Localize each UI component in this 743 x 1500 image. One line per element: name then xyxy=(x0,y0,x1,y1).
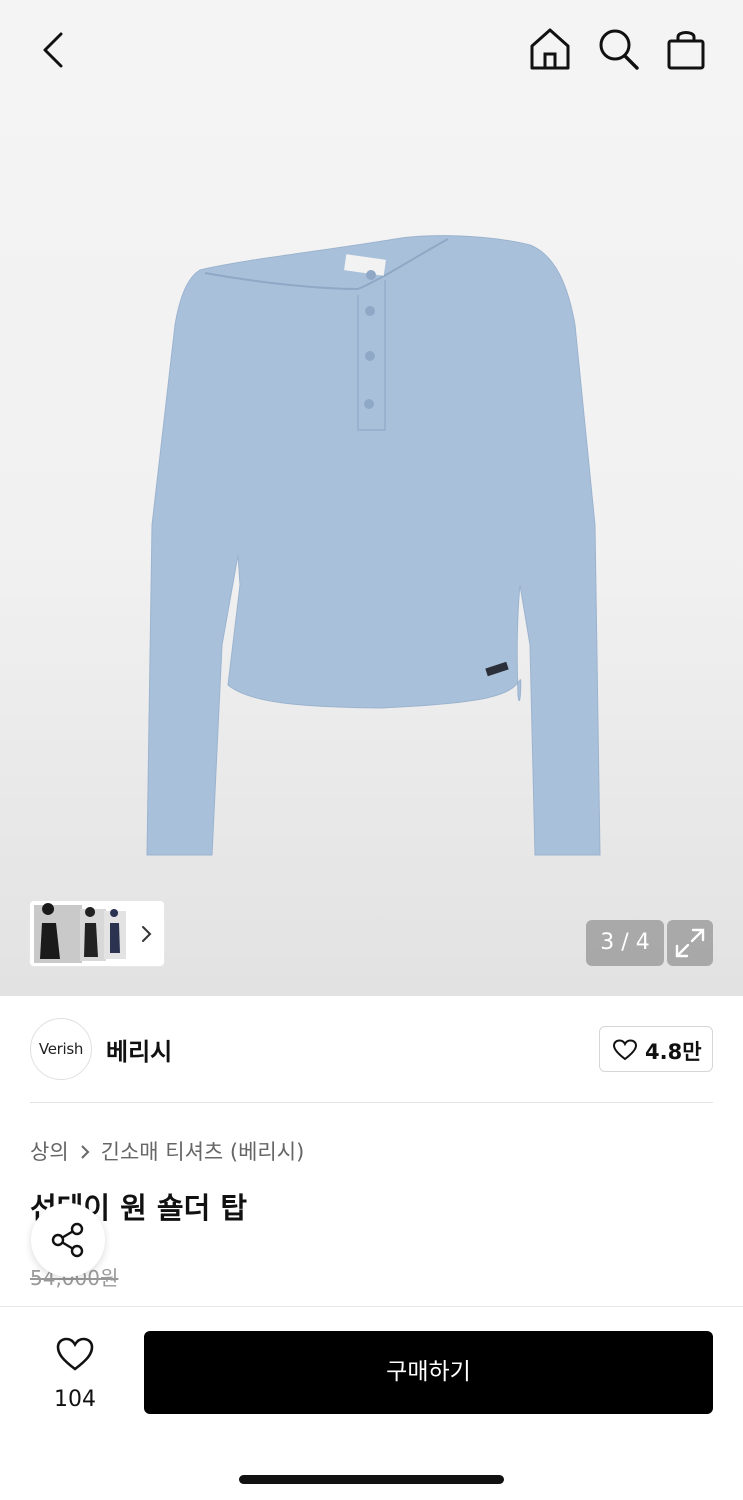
heart-icon xyxy=(56,1337,94,1371)
chevron-left-icon xyxy=(43,32,63,68)
chevron-right-icon xyxy=(77,1142,93,1160)
thumbnail-images xyxy=(34,903,126,963)
brand-logo[interactable]: Verish xyxy=(30,1018,92,1080)
breadcrumb: 상의 긴소매 티셔츠 (베리시) xyxy=(30,1136,304,1166)
brand-like-count: 4.8만 xyxy=(645,1040,702,1064)
search-icon xyxy=(599,29,639,70)
product-image-gallery[interactable]: 3 / 4 xyxy=(0,0,743,996)
wishlist-button[interactable]: 104 xyxy=(30,1331,120,1421)
search-button[interactable] xyxy=(596,26,640,72)
brand-name[interactable]: 베리시 xyxy=(106,1032,172,1067)
divider xyxy=(30,1102,713,1103)
heart-icon xyxy=(612,1039,638,1061)
brand-row: Verish 베리시 4.8만 xyxy=(0,996,743,1103)
expand-icon xyxy=(675,928,705,958)
bottom-action-bar: 104 구매하기 xyxy=(0,1306,743,1500)
share-button[interactable] xyxy=(31,1203,105,1277)
home-button[interactable] xyxy=(527,26,573,72)
home-icon xyxy=(530,28,570,70)
back-button[interactable] xyxy=(34,28,74,72)
product-image xyxy=(146,235,601,856)
image-counter: 3 / 4 xyxy=(586,920,664,966)
share-icon xyxy=(51,1222,84,1258)
breadcrumb-category[interactable]: 상의 xyxy=(30,1136,69,1166)
wishlist-count: 104 xyxy=(54,1387,96,1412)
shopping-bag-icon xyxy=(667,31,705,70)
cart-button[interactable] xyxy=(663,26,709,72)
breadcrumb-subcategory[interactable]: 긴소매 티셔츠 (베리시) xyxy=(101,1136,305,1166)
expand-button[interactable] xyxy=(667,920,713,966)
brand-like-button[interactable]: 4.8만 xyxy=(599,1026,713,1072)
buy-button[interactable]: 구매하기 xyxy=(144,1331,713,1414)
chevron-right-icon xyxy=(142,926,152,942)
thumbnail-strip[interactable] xyxy=(30,901,164,966)
top-navigation-bar xyxy=(0,0,743,100)
home-indicator xyxy=(239,1475,504,1484)
